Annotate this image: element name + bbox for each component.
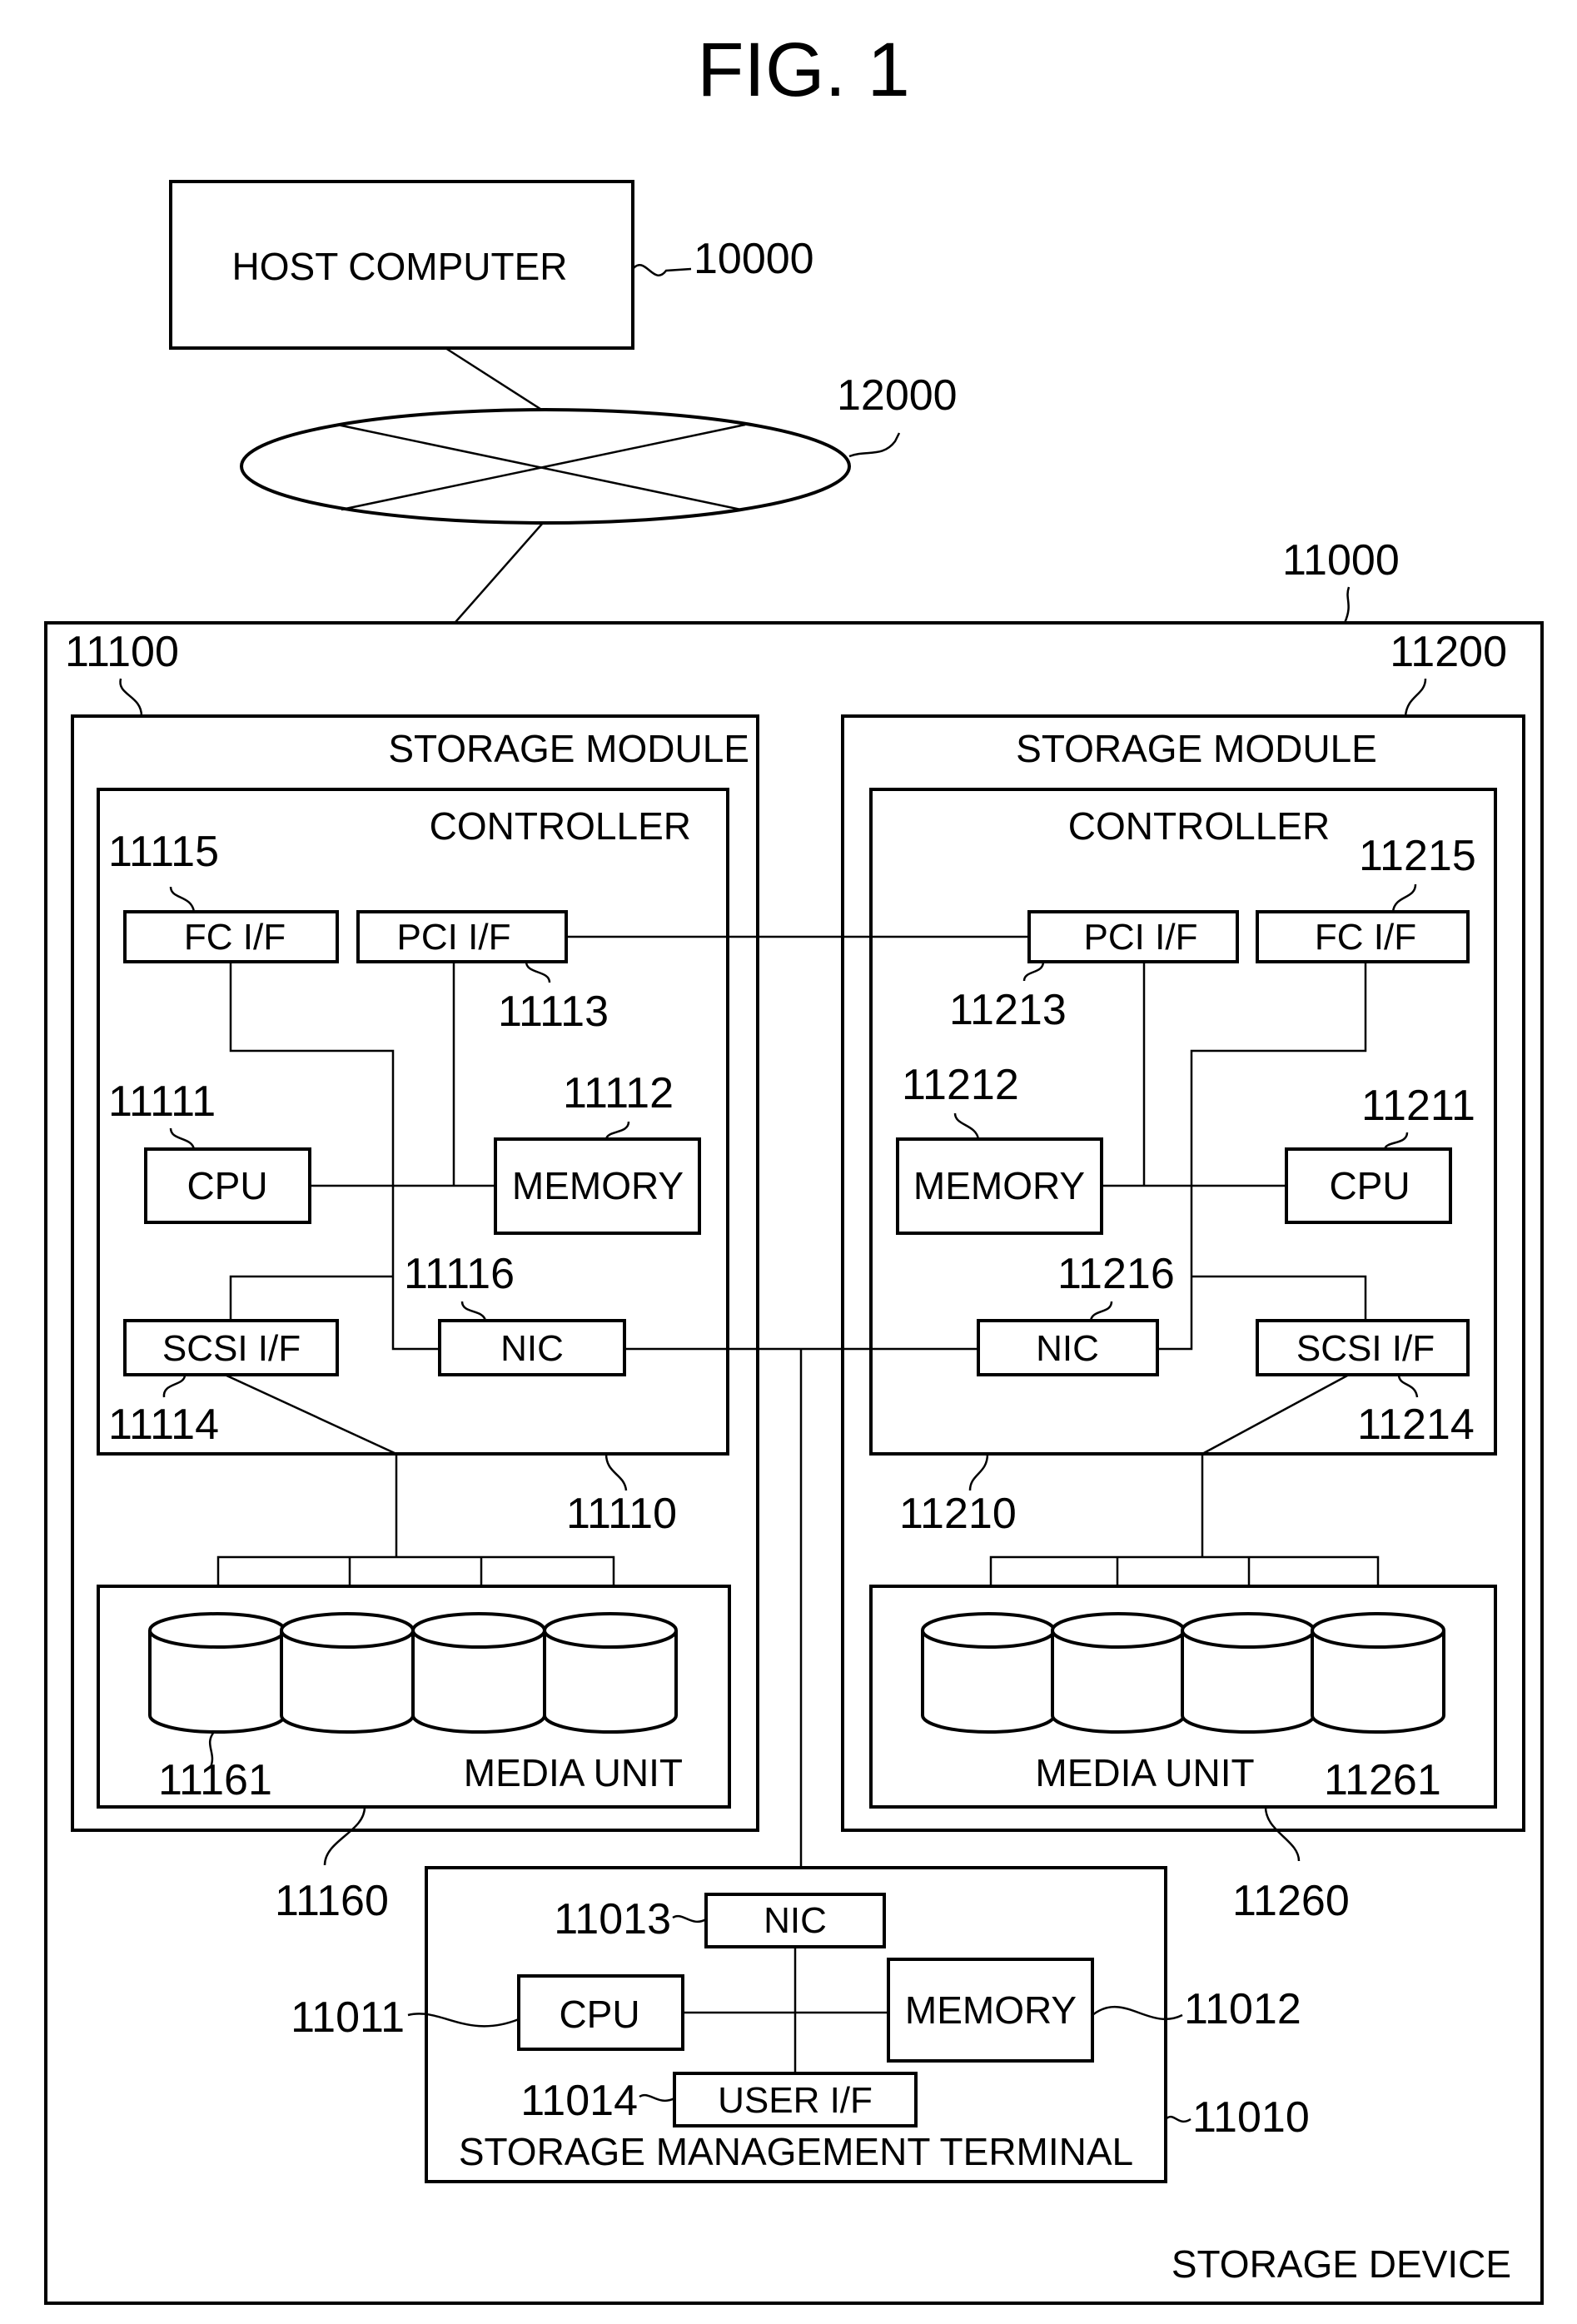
scsi-if-left-label: SCSI I/F bbox=[162, 1328, 301, 1369]
disk-icon bbox=[1311, 1612, 1445, 1734]
scsi-if-left-ref: 11114 bbox=[108, 1401, 219, 1449]
mgmt-cpu-label: CPU bbox=[559, 1993, 639, 2036]
controller-left-label: CONTROLLER bbox=[430, 804, 691, 848]
nic-right-ref: 11216 bbox=[1057, 1250, 1175, 1298]
mgmt-memory-label: MEMORY bbox=[905, 1988, 1077, 2032]
disk-icon bbox=[921, 1612, 1056, 1734]
disk-icon bbox=[280, 1612, 415, 1734]
storage-module-right-ref: 11200 bbox=[1390, 628, 1507, 676]
storage-device-label: STORAGE DEVICE bbox=[1172, 2242, 1511, 2286]
nic-right-label: NIC bbox=[1036, 1328, 1099, 1369]
scsi-if-right-label: SCSI I/F bbox=[1296, 1328, 1435, 1369]
scsi-if-right-ref: 11214 bbox=[1357, 1401, 1475, 1449]
storage-module-left-ref: 11100 bbox=[65, 628, 179, 676]
host-network-link bbox=[445, 346, 544, 412]
management-terminal-label: STORAGE MANAGEMENT TERMINAL bbox=[459, 2130, 1133, 2173]
cpu-left-label: CPU bbox=[187, 1164, 267, 1207]
mgmt-nic-ref: 11013 bbox=[554, 1895, 671, 1943]
disk-array-left bbox=[148, 1612, 678, 1734]
disk-icon bbox=[411, 1612, 546, 1734]
pci-if-right-ref: 11213 bbox=[949, 986, 1067, 1034]
disk-icon bbox=[543, 1612, 678, 1734]
media-unit-right-ref: 11260 bbox=[1232, 1877, 1350, 1925]
fc-if-left-label: FC I/F bbox=[184, 917, 286, 958]
media-unit-left-ref: 11160 bbox=[275, 1877, 389, 1925]
controller-right-ref: 11210 bbox=[899, 1490, 1017, 1538]
cpu-right-ref: 11211 bbox=[1361, 1082, 1475, 1130]
pci-if-right-label: PCI I/F bbox=[1084, 917, 1198, 958]
storage-management-terminal: STORAGE MANAGEMENT TERMINAL 11010 NIC 11… bbox=[291, 1866, 1310, 2183]
network-cloud: 12000 bbox=[240, 371, 958, 525]
storage-module-left-label: STORAGE MODULE bbox=[388, 727, 749, 770]
mgmt-cpu-ref: 11011 bbox=[291, 1993, 405, 2042]
storage-module-right: 11200 STORAGE MODULE CONTROLLER 11210 PC… bbox=[841, 628, 1525, 1925]
management-terminal-ref: 11010 bbox=[1192, 2093, 1310, 2142]
controller-right-label: CONTROLLER bbox=[1068, 804, 1330, 848]
mgmt-nic-label: NIC bbox=[764, 1900, 827, 1941]
mgmt-user-if-label: USER I/F bbox=[718, 2080, 873, 2121]
disk-icon bbox=[1051, 1612, 1186, 1734]
disk-array-right bbox=[921, 1612, 1445, 1734]
nic-left-label: NIC bbox=[500, 1328, 564, 1369]
media-unit-left-label: MEDIA UNIT bbox=[464, 1751, 683, 1794]
fc-if-right-ref: 11215 bbox=[1359, 832, 1476, 880]
host-computer-label: HOST COMPUTER bbox=[232, 245, 568, 288]
cpu-right-label: CPU bbox=[1329, 1164, 1410, 1207]
memory-left-ref: 11112 bbox=[563, 1069, 674, 1117]
mgmt-user-if-ref: 11014 bbox=[520, 2077, 638, 2125]
fc-if-left-ref: 11115 bbox=[108, 828, 219, 876]
host-computer: HOST COMPUTER 10000 bbox=[169, 180, 814, 350]
figure-canvas: FIG. 1 HOST COMPUTER 10000 12000 11000 S… bbox=[44, 27, 1544, 2305]
controller-left-ref: 11110 bbox=[566, 1490, 677, 1538]
storage-module-left: 11100 STORAGE MODULE CONTROLLER 11110 FC… bbox=[65, 628, 759, 1925]
network-ref: 12000 bbox=[837, 371, 958, 420]
cpu-left-ref: 11111 bbox=[108, 1077, 216, 1126]
nic-left-ref: 11116 bbox=[404, 1250, 515, 1298]
memory-right-ref: 11212 bbox=[902, 1061, 1019, 1109]
storage-device-ref: 11000 bbox=[1282, 536, 1400, 585]
media-unit-right-label: MEDIA UNIT bbox=[1035, 1751, 1254, 1794]
pci-if-left-label: PCI I/F bbox=[397, 917, 511, 958]
disk-icon bbox=[148, 1612, 286, 1734]
storage-module-right-label: STORAGE MODULE bbox=[1016, 727, 1377, 770]
media-right-ref: 11261 bbox=[1324, 1756, 1441, 1804]
pci-if-left-ref: 11113 bbox=[498, 988, 609, 1036]
host-computer-ref: 10000 bbox=[694, 235, 814, 283]
fc-if-right-label: FC I/F bbox=[1315, 917, 1416, 958]
media-left-ref: 11161 bbox=[158, 1756, 272, 1804]
memory-right-label: MEMORY bbox=[913, 1164, 1085, 1207]
memory-left-label: MEMORY bbox=[512, 1164, 684, 1207]
figure-title: FIG. 1 bbox=[697, 27, 910, 112]
mgmt-memory-ref: 11012 bbox=[1184, 1985, 1301, 2033]
disk-icon bbox=[1181, 1612, 1316, 1734]
